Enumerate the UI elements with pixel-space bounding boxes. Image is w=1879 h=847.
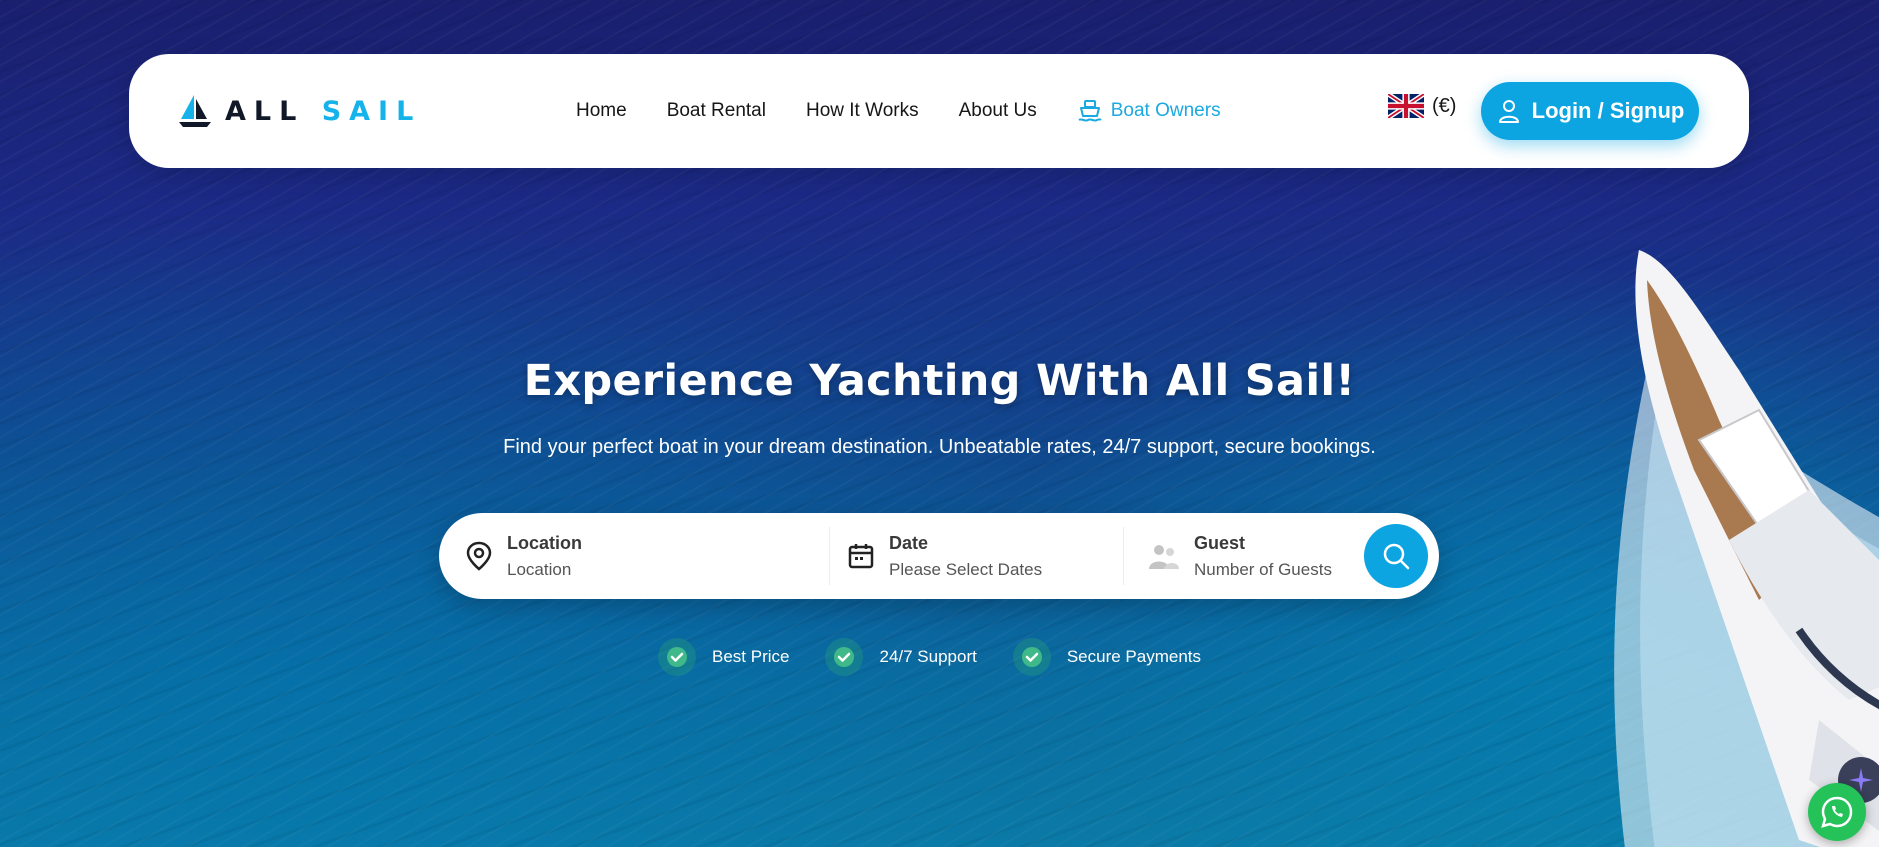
nav-about-us[interactable]: About Us: [959, 100, 1037, 122]
location-field[interactable]: Location Location: [465, 513, 805, 599]
users-icon: [1149, 545, 1179, 569]
location-label: Location: [507, 532, 582, 553]
feature-item: Secure Payments: [1012, 638, 1202, 676]
location-value: Location: [507, 559, 572, 579]
search-bar: Location Location Date Please Select Dat…: [439, 513, 1439, 599]
uk-flag-icon: [1388, 94, 1424, 118]
ship-icon: [1078, 100, 1102, 122]
feature-list: Best Price 24/7 Support Secure Payments: [658, 638, 1237, 676]
yacht-image: [1614, 250, 1879, 847]
guest-label: Guest: [1194, 532, 1246, 553]
check-badge-icon: [1012, 638, 1051, 676]
feature-label: Best Price: [712, 647, 790, 666]
nav-home[interactable]: Home: [576, 100, 627, 122]
date-field[interactable]: Date Please Select Dates: [847, 513, 1127, 599]
login-signup-label: Login / Signup: [1531, 98, 1685, 123]
check-badge-icon: [825, 638, 864, 676]
whatsapp-chat-button[interactable]: [1808, 783, 1866, 841]
nav-boat-owners-label: Boat Owners: [1110, 100, 1221, 121]
search-icon: [1383, 543, 1410, 570]
guest-value: Number of Guests: [1194, 559, 1332, 579]
map-pin-icon: [466, 541, 492, 571]
language-currency-selector[interactable]: (€): [1388, 94, 1456, 118]
nav-boat-owners[interactable]: Boat Owners: [1077, 98, 1221, 124]
logo-text: ALL SAIL: [225, 95, 422, 127]
feature-item: Best Price: [658, 638, 789, 676]
calendar-icon: [848, 544, 874, 569]
currency-label: (€): [1432, 94, 1457, 117]
hero-subtitle: Find your perfect boat in your dream des…: [503, 436, 1376, 458]
feature-item: 24/7 Support: [825, 638, 977, 676]
search-divider: [1123, 527, 1124, 585]
check-badge-icon: [658, 638, 696, 676]
main-nav: Home Boat Rental How It Works About Us B…: [576, 54, 1221, 168]
sailboat-logo-icon: [179, 95, 211, 127]
hero-title: Experience Yachting With All Sail!: [523, 356, 1356, 406]
user-icon: [1498, 100, 1519, 123]
search-divider: [829, 527, 830, 585]
search-button[interactable]: [1364, 524, 1428, 588]
login-signup-button[interactable]: Login / Signup: [1481, 82, 1699, 140]
brand-logo[interactable]: ALL SAIL: [177, 90, 421, 132]
feature-label: 24/7 Support: [879, 647, 977, 666]
date-value: Please Select Dates: [889, 559, 1043, 579]
navbar: ALL SAIL Home Boat Rental How It Works A…: [129, 54, 1749, 168]
whatsapp-icon: [1821, 796, 1853, 828]
nav-boat-rental[interactable]: Boat Rental: [667, 100, 766, 122]
date-label: Date: [889, 532, 929, 553]
feature-label: Secure Payments: [1066, 647, 1202, 666]
hero-section: ALL SAIL Home Boat Rental How It Works A…: [0, 0, 1879, 847]
guest-field[interactable]: Guest Number of Guests: [1148, 513, 1358, 599]
nav-how-it-works[interactable]: How It Works: [806, 100, 919, 122]
